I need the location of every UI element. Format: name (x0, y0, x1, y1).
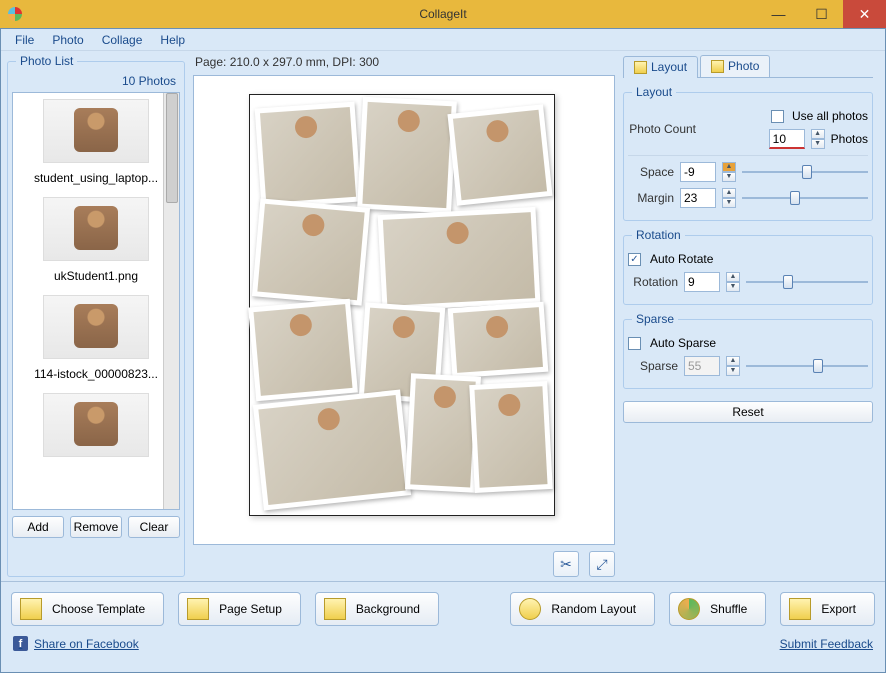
layout-group-title: Layout (632, 85, 676, 99)
shuffle-icon (678, 598, 700, 620)
preview-area[interactable] (193, 75, 615, 545)
auto-rotate-label: Auto Rotate (650, 252, 713, 266)
background-button[interactable]: Background (315, 592, 439, 626)
photos-suffix: Photos (831, 132, 868, 146)
space-input[interactable]: -9 (680, 162, 716, 182)
remove-button[interactable]: Remove (70, 516, 122, 538)
thumbnail-label: 114-istock_00000823... (17, 367, 175, 381)
dice-icon (519, 598, 541, 620)
menu-photo[interactable]: Photo (44, 30, 91, 50)
tab-layout[interactable]: Layout (623, 56, 698, 78)
fit-button[interactable]: ⤢ (589, 551, 615, 577)
use-all-checkbox[interactable] (771, 110, 784, 123)
random-layout-button[interactable]: Random Layout (510, 592, 655, 626)
app-icon (8, 7, 22, 21)
margin-input[interactable]: 23 (680, 188, 716, 208)
sparse-slider (746, 357, 868, 375)
sparse-group-title: Sparse (632, 312, 678, 326)
photo-count: 10 Photos (12, 72, 180, 92)
list-item[interactable]: student_using_laptop... (13, 93, 179, 191)
photo-count-spinner[interactable]: ▲▼ (811, 129, 825, 149)
auto-sparse-label: Auto Sparse (650, 336, 716, 350)
page-setup-icon (187, 598, 209, 620)
list-item[interactable] (13, 387, 179, 471)
auto-rotate-checkbox[interactable]: ✓ (628, 253, 641, 266)
crop-icon: ✂ (560, 556, 572, 573)
close-button[interactable]: ✕ (843, 0, 886, 28)
sparse-input: 55 (684, 356, 720, 376)
photo-count-label: Photo Count (628, 122, 696, 136)
menu-collage[interactable]: Collage (94, 30, 151, 50)
submit-feedback-link[interactable]: Submit Feedback (780, 637, 873, 651)
crop-button[interactable]: ✂ (553, 551, 579, 577)
layout-tab-icon (634, 61, 647, 74)
clear-button[interactable]: Clear (128, 516, 180, 538)
space-slider[interactable] (742, 163, 868, 181)
expand-icon: ⤢ (596, 556, 607, 573)
thumbnail-image (43, 295, 149, 359)
margin-spinner[interactable]: ▲▼ (722, 188, 736, 208)
photo-count-input[interactable]: 10 (769, 129, 805, 149)
choose-template-button[interactable]: Choose Template (11, 592, 164, 626)
sparse-spinner: ▲▼ (726, 356, 740, 376)
titlebar: CollageIt — ☐ ✕ (0, 0, 886, 28)
thumbnail-label: ukStudent1.png (17, 269, 175, 283)
reset-button[interactable]: Reset (623, 401, 873, 423)
menu-file[interactable]: File (7, 30, 42, 50)
list-item[interactable]: ukStudent1.png (13, 191, 179, 289)
scrollbar[interactable] (163, 93, 179, 509)
space-label: Space (628, 165, 674, 179)
rotation-input[interactable]: 9 (684, 272, 720, 292)
background-icon (324, 598, 346, 620)
tab-photo[interactable]: Photo (700, 55, 770, 77)
list-item[interactable]: 114-istock_00000823... (13, 289, 179, 387)
shuffle-button[interactable]: Shuffle (669, 592, 766, 626)
maximize-button[interactable]: ☐ (800, 0, 843, 28)
thumbnail-image (43, 99, 149, 163)
use-all-label: Use all photos (792, 109, 868, 123)
add-button[interactable]: Add (12, 516, 64, 538)
photo-tab-icon (711, 60, 724, 73)
auto-sparse-checkbox[interactable] (628, 337, 641, 350)
menubar: File Photo Collage Help (1, 29, 885, 51)
page-setup-button[interactable]: Page Setup (178, 592, 301, 626)
minimize-button[interactable]: — (757, 0, 800, 28)
photo-list-title: Photo List (16, 54, 77, 68)
share-facebook-link[interactable]: fShare on Facebook (13, 636, 139, 651)
collage-canvas[interactable] (249, 94, 555, 516)
thumbnail-image (43, 393, 149, 457)
template-icon (20, 598, 42, 620)
export-button[interactable]: Export (780, 592, 875, 626)
page-info: Page: 210.0 x 297.0 mm, DPI: 300 (193, 53, 615, 75)
margin-slider[interactable] (742, 189, 868, 207)
thumbnail-label: student_using_laptop... (17, 171, 175, 185)
rotation-spinner[interactable]: ▲▼ (726, 272, 740, 292)
margin-label: Margin (628, 191, 674, 205)
export-icon (789, 598, 811, 620)
rotation-slider[interactable] (746, 273, 868, 291)
menu-help[interactable]: Help (152, 30, 193, 50)
photo-list[interactable]: student_using_laptop... ukStudent1.png 1… (12, 92, 180, 510)
sparse-label: Sparse (628, 359, 678, 373)
space-spinner[interactable]: ▲▼ (722, 162, 736, 182)
window-title: CollageIt (419, 7, 466, 21)
thumbnail-image (43, 197, 149, 261)
facebook-icon: f (13, 636, 28, 651)
rotation-label: Rotation (628, 275, 678, 289)
rotation-group-title: Rotation (632, 228, 685, 242)
